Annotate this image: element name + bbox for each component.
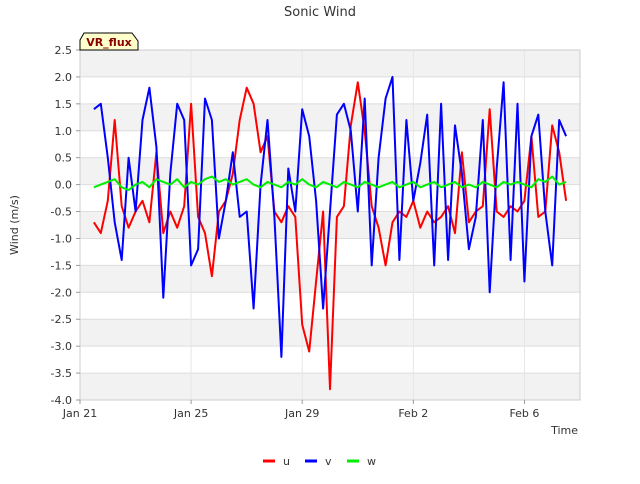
x-tick-label: Feb 6 xyxy=(509,407,539,420)
chart-title: Sonic Wind xyxy=(284,5,356,20)
y-tick-label: 1.0 xyxy=(55,125,73,138)
y-axis-label: Wind (m/s) xyxy=(8,195,21,255)
legend-label: w xyxy=(367,455,376,468)
legend-label: v xyxy=(325,455,332,468)
site-badge: VR_flux xyxy=(79,32,139,51)
chart-container: -4.0 -3.5 -3.0 -2.5 -2.0 -1.5 -1.0 -0.5 0.0 0.5 1.… xyxy=(0,0,640,480)
y-tick-label: 0.5 xyxy=(55,152,73,165)
y-tick-label: 0.0 xyxy=(55,179,73,192)
background-band xyxy=(80,50,580,77)
x-tick-label: Jan 25 xyxy=(173,407,208,420)
y-axis-ticks: -4.0 -3.5 -3.0 -2.5 -2.0 -1.5 -1.0 -0.5 0.0 0.5 1.… xyxy=(51,44,80,407)
y-tick-label: -4.0 xyxy=(51,394,72,407)
x-axis-ticks: Jan 21 Jan 25 Jan 29 Feb 2 Feb 6 xyxy=(62,400,539,420)
line-chart: -4.0 -3.5 -3.0 -2.5 -2.0 -1.5 -1.0 -0.5 0.0 0.5 1.… xyxy=(8,5,581,468)
legend-label: u xyxy=(283,455,290,468)
x-axis-label: Time xyxy=(550,424,578,437)
x-tick-label: Feb 2 xyxy=(398,407,428,420)
y-tick-label: -2.0 xyxy=(51,286,72,299)
y-tick-label: -0.5 xyxy=(51,206,72,219)
y-tick-label: -3.0 xyxy=(51,340,72,353)
y-tick-label: 2.5 xyxy=(55,44,73,57)
background-band xyxy=(80,319,580,347)
legend-item-w: w xyxy=(347,455,376,468)
y-tick-label: -3.5 xyxy=(51,367,72,380)
chart-legend: u v w xyxy=(263,455,376,468)
y-tick-label: 1.5 xyxy=(55,98,73,111)
y-tick-label: -2.5 xyxy=(51,313,72,326)
y-tick-label: 2.0 xyxy=(55,71,73,84)
x-tick-label: Jan 21 xyxy=(62,407,97,420)
legend-item-v: v xyxy=(305,455,332,468)
background-band xyxy=(80,265,580,293)
badge-label: VR_flux xyxy=(86,36,132,49)
x-tick-label: Jan 29 xyxy=(284,407,319,420)
y-tick-label: -1.0 xyxy=(51,232,72,245)
legend-item-u: u xyxy=(263,455,290,468)
y-tick-label: -1.5 xyxy=(51,259,72,272)
